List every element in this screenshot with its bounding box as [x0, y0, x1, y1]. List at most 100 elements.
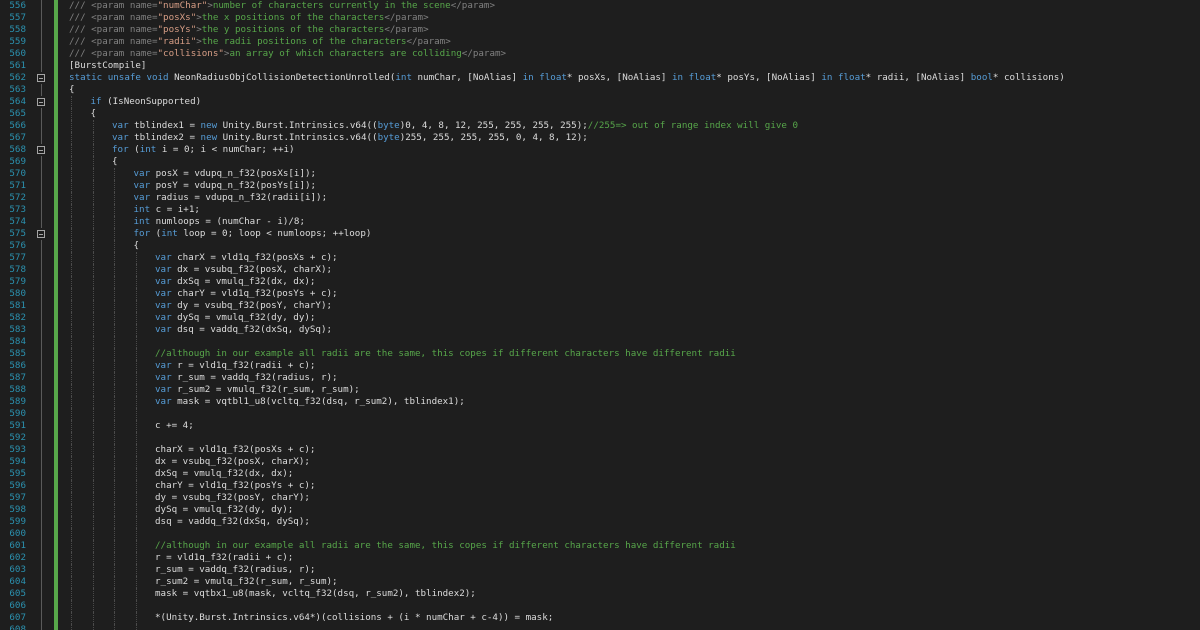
- code-line[interactable]: 558 /// <param name="posYs">the y positio…: [0, 24, 1200, 36]
- collapse-minus-icon[interactable]: [37, 146, 45, 154]
- code-line[interactable]: 575 for (int loop = 0; loop < numloops; +…: [0, 228, 1200, 240]
- code-line[interactable]: 587 var r_sum = vaddq_f32(radius, r);: [0, 372, 1200, 384]
- indent-guide: [92, 576, 94, 588]
- indent-guide: [92, 204, 94, 216]
- code-line[interactable]: 584: [0, 336, 1200, 348]
- indent-guide: [114, 300, 115, 312]
- code-token: (IsNeonSupported): [107, 96, 202, 107]
- code-text: var tblindex2 = new Unity.Burst.Intrinsi…: [112, 132, 588, 144]
- code-line[interactable]: 599 dsq = vaddq_f32(dxSq, dySq);: [0, 516, 1200, 528]
- indent-guide: [71, 192, 72, 204]
- indent-guide: [114, 288, 115, 300]
- indent-guide: [114, 384, 115, 396]
- code-token: dy = vsubq_f32(posY, charY);: [155, 492, 310, 503]
- code-line[interactable]: 605 mask = vqtbx1_u8(mask, vcltq_f32(dsq,…: [0, 588, 1200, 600]
- indent-guide: [71, 468, 72, 480]
- code-line[interactable]: 569 {: [0, 156, 1200, 168]
- code-line[interactable]: 578 var dx = vsubq_f32(posX, charX);: [0, 264, 1200, 276]
- code-text: /// <param name="posXs">the x positions …: [69, 12, 429, 24]
- code-line[interactable]: 557 /// <param name="posXs">the x positio…: [0, 12, 1200, 24]
- line-number: 562: [9, 72, 26, 83]
- code-line[interactable]: 560 /// <param name="collisions">an array…: [0, 48, 1200, 60]
- code-line[interactable]: 563 {: [0, 84, 1200, 96]
- code-editor[interactable]: 556 /// <param name="numChar">number of c…: [0, 0, 1200, 630]
- code-token: dySq = vmulq_f32(dy, dy);: [177, 312, 316, 323]
- code-text: static unsafe void NeonRadiusObjCollisio…: [69, 72, 1065, 84]
- indent-guide: [114, 372, 115, 384]
- code-line[interactable]: 607 *(Unity.Burst.Intrinsics.v64*)(collis…: [0, 612, 1200, 624]
- code-line[interactable]: 588 var r_sum2 = vmulq_f32(r_sum, r_sum);: [0, 384, 1200, 396]
- code-line[interactable]: 562 static unsafe void NeonRadiusObjColli…: [0, 72, 1200, 84]
- code-line[interactable]: 570 var posX = vdupq_n_f32(posXs[i]);: [0, 168, 1200, 180]
- code-line[interactable]: 567 var tblindex2 = new Unity.Burst.Intri…: [0, 132, 1200, 144]
- code-line[interactable]: 568 for (int i = 0; i < numChar; ++i): [0, 144, 1200, 156]
- code-token: </param>: [384, 24, 429, 35]
- collapse-minus-icon[interactable]: [37, 230, 45, 238]
- code-line[interactable]: 598 dySq = vmulq_f32(dy, dy);: [0, 504, 1200, 516]
- indent-guide: [92, 240, 94, 252]
- code-line[interactable]: 604 r_sum2 = vmulq_f32(r_sum, r_sum);: [0, 576, 1200, 588]
- line-number: 565: [9, 108, 26, 119]
- code-token: radius = vdupq_n_f32(radii[i]);: [155, 192, 328, 203]
- code-line[interactable]: 559 /// <param name="radii">the radii pos…: [0, 36, 1200, 48]
- code-line[interactable]: 592: [0, 432, 1200, 444]
- code-line[interactable]: 565 {: [0, 108, 1200, 120]
- code-line[interactable]: 576 {: [0, 240, 1200, 252]
- code-lines[interactable]: 556 /// <param name="numChar">number of c…: [0, 0, 1200, 630]
- code-line[interactable]: 579 var dxSq = vmulq_f32(dx, dx);: [0, 276, 1200, 288]
- code-line[interactable]: 608: [0, 624, 1200, 630]
- code-line[interactable]: 585 //although in our example all radii a…: [0, 348, 1200, 360]
- code-line[interactable]: 583 var dsq = vaddq_f32(dxSq, dySq);: [0, 324, 1200, 336]
- indent-guide: [114, 228, 115, 240]
- collapse-minus-icon[interactable]: [37, 98, 45, 106]
- code-line[interactable]: 573 int c = i+1;: [0, 204, 1200, 216]
- code-line[interactable]: 593 charX = vld1q_f32(posXs + c);: [0, 444, 1200, 456]
- line-number: 608: [9, 624, 26, 630]
- code-line[interactable]: 580 var charY = vld1q_f32(posYs + c);: [0, 288, 1200, 300]
- indent-guide: [71, 168, 72, 180]
- code-line[interactable]: 590: [0, 408, 1200, 420]
- code-text: /// <param name="posYs">the y positions …: [69, 24, 429, 36]
- line-number: 585: [9, 348, 26, 359]
- code-line[interactable]: 556 /// <param name="numChar">number of c…: [0, 0, 1200, 12]
- code-line[interactable]: 597 dy = vsubq_f32(posY, charY);: [0, 492, 1200, 504]
- code-token: var: [155, 312, 178, 323]
- code-token: var: [155, 264, 178, 275]
- code-line[interactable]: 566 var tblindex1 = new Unity.Burst.Intri…: [0, 120, 1200, 132]
- code-token: int: [139, 144, 162, 155]
- code-line[interactable]: 596 charY = vld1q_f32(posYs + c);: [0, 480, 1200, 492]
- code-line[interactable]: 595 dxSq = vmulq_f32(dx, dx);: [0, 468, 1200, 480]
- code-text: dy = vsubq_f32(posY, charY);: [155, 492, 310, 504]
- code-token: var: [155, 324, 178, 335]
- code-line[interactable]: 603 r_sum = vaddq_f32(radius, r);: [0, 564, 1200, 576]
- code-line[interactable]: 574 int numloops = (numChar - i)/8;: [0, 216, 1200, 228]
- code-token: dxSq = vmulq_f32(dx, dx);: [155, 468, 294, 479]
- indent-guide: [92, 432, 94, 444]
- indent-guide: [92, 408, 94, 420]
- indent-guide: [71, 312, 72, 324]
- code-line[interactable]: 602 r = vld1q_f32(radii + c);: [0, 552, 1200, 564]
- code-line[interactable]: 581 var dy = vsubq_f32(posY, charY);: [0, 300, 1200, 312]
- code-line[interactable]: 561 [BurstCompile]: [0, 60, 1200, 72]
- code-line[interactable]: 571 var posY = vdupq_n_f32(posYs[i]);: [0, 180, 1200, 192]
- code-token: the y positions of the characters: [201, 24, 385, 35]
- code-token: charY = vld1q_f32(posYs + c);: [177, 288, 338, 299]
- code-line[interactable]: 582 var dySq = vmulq_f32(dy, dy);: [0, 312, 1200, 324]
- code-line[interactable]: 600: [0, 528, 1200, 540]
- code-line[interactable]: 606: [0, 600, 1200, 612]
- fold-region-line: [41, 168, 42, 180]
- code-line[interactable]: 572 var radius = vdupq_n_f32(radii[i]);: [0, 192, 1200, 204]
- code-line[interactable]: 586 var r = vld1q_f32(radii + c);: [0, 360, 1200, 372]
- code-line[interactable]: 577 var charX = vld1q_f32(posXs + c);: [0, 252, 1200, 264]
- indent-guide: [135, 288, 137, 300]
- code-line[interactable]: 589 var mask = vqtbl1_u8(vcltq_f32(dsq, r…: [0, 396, 1200, 408]
- indent-guide: [114, 312, 115, 324]
- collapse-minus-icon[interactable]: [37, 74, 45, 82]
- code-line[interactable]: 564 if (IsNeonSupported): [0, 96, 1200, 108]
- code-token: var: [133, 180, 156, 191]
- code-line[interactable]: 601 //although in our example all radii a…: [0, 540, 1200, 552]
- line-number: 570: [9, 168, 26, 179]
- code-token: "collisions": [157, 48, 224, 59]
- code-line[interactable]: 594 dx = vsubq_f32(posX, charX);: [0, 456, 1200, 468]
- code-line[interactable]: 591 c += 4;: [0, 420, 1200, 432]
